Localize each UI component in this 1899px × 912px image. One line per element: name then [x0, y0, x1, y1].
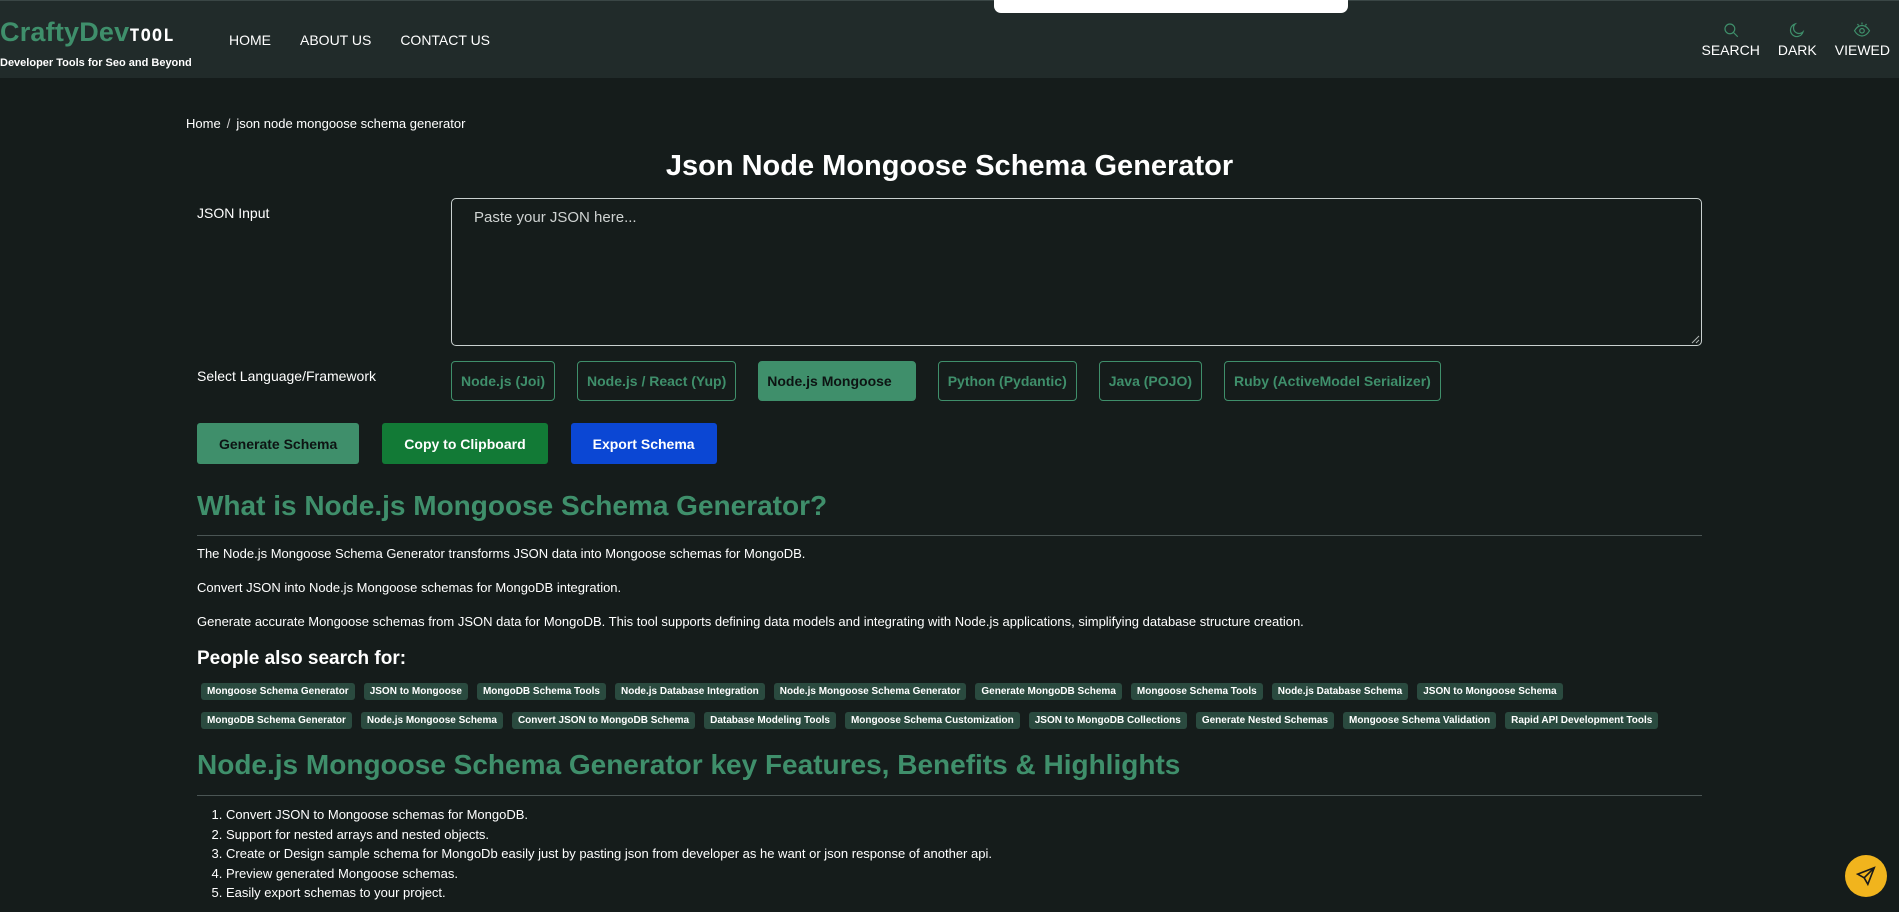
- search-tag[interactable]: MongoDB Schema Tools: [476, 683, 606, 700]
- feature-item: Create or Design sample schema for Mongo…: [226, 844, 992, 864]
- search-tag[interactable]: JSON to Mongoose Schema: [1417, 683, 1563, 700]
- moon-icon: [1790, 22, 1805, 38]
- search-tag[interactable]: JSON to MongoDB Collections: [1028, 712, 1187, 729]
- framework-label: Select Language/Framework: [197, 368, 376, 384]
- about-paragraph-2: Convert JSON into Node.js Mongoose schem…: [197, 580, 622, 595]
- search-tag[interactable]: Node.js Database Integration: [614, 683, 765, 700]
- search-button[interactable]: SEARCH: [1702, 21, 1760, 58]
- logo-main-text: CraftyDev: [0, 17, 130, 47]
- search-label: SEARCH: [1701, 42, 1760, 58]
- feature-item: Support for nested arrays and nested obj…: [226, 825, 992, 845]
- framework-option-ruby-activemodel[interactable]: Ruby (ActiveModel Serializer): [1224, 361, 1441, 401]
- framework-option-java-pojo[interactable]: Java (POJO): [1098, 361, 1202, 401]
- json-input-label: JSON Input: [197, 205, 270, 221]
- features-heading: Node.js Mongoose Schema Generator key Fe…: [197, 749, 1181, 780]
- viewed-label: VIEWED: [1834, 42, 1890, 58]
- nav-home[interactable]: HOME: [229, 32, 271, 48]
- search-tag[interactable]: Mongoose Schema Generator: [201, 683, 355, 700]
- search-tag[interactable]: Convert JSON to MongoDB Schema: [511, 712, 696, 729]
- search-tag[interactable]: Mongoose Schema Tools: [1130, 683, 1263, 700]
- nav-contact-us[interactable]: CONTACT US: [400, 32, 490, 48]
- json-input[interactable]: [451, 198, 1702, 346]
- search-tag[interactable]: Node.js Mongoose Schema: [360, 712, 503, 729]
- export-schema-button[interactable]: Export Schema: [570, 423, 717, 464]
- dark-label: DARK: [1777, 42, 1817, 58]
- search-icon: [1724, 23, 1738, 38]
- send-icon: [1855, 866, 1876, 887]
- search-tag[interactable]: Generate MongoDB Schema: [975, 683, 1122, 700]
- breadcrumb-separator: /: [226, 116, 231, 131]
- logo-wordmark: CraftyDevTOOL: [0, 15, 192, 53]
- dark-mode-toggle[interactable]: DARK: [1778, 21, 1817, 58]
- search-tag[interactable]: JSON to Mongoose: [363, 683, 468, 700]
- search-tag[interactable]: Rapid API Development Tools: [1505, 712, 1659, 729]
- about-divider: [197, 535, 1702, 536]
- feature-item: Preview generated Mongoose schemas.: [226, 864, 992, 884]
- about-paragraph-1: The Node.js Mongoose Schema Generator tr…: [197, 546, 806, 561]
- people-search-heading: People also search for:: [197, 648, 407, 669]
- breadcrumb-home[interactable]: Home: [186, 116, 221, 131]
- search-tag[interactable]: Generate Nested Schemas: [1195, 712, 1335, 729]
- send-feedback-button[interactable]: [1845, 855, 1887, 897]
- feature-item: Easily export schemas to your project.: [226, 883, 992, 903]
- header-actions: SEARCH DARK VIEWED: [1702, 21, 1890, 58]
- generate-schema-button[interactable]: Generate Schema: [197, 423, 360, 464]
- search-tag[interactable]: Mongoose Schema Validation: [1343, 712, 1497, 729]
- breadcrumb: Home / json node mongoose schema generator: [186, 116, 465, 131]
- search-tag[interactable]: Mongoose Schema Customization: [844, 712, 1020, 729]
- search-tag[interactable]: Node.js Mongoose Schema Generator: [773, 683, 967, 700]
- search-tag[interactable]: MongoDB Schema Generator: [201, 712, 352, 729]
- search-tag[interactable]: Node.js Database Schema: [1271, 683, 1409, 700]
- framework-option-python-pydantic[interactable]: Python (Pydantic): [937, 361, 1077, 401]
- copy-to-clipboard-button[interactable]: Copy to Clipboard: [382, 423, 548, 464]
- page-title: Json Node Mongoose Schema Generator: [665, 150, 1234, 182]
- people-search-tags: Mongoose Schema Generator JSON to Mongoo…: [201, 683, 1701, 729]
- features-list: Convert JSON to Mongoose schemas for Mon…: [226, 805, 992, 903]
- search-tag[interactable]: Database Modeling Tools: [704, 712, 836, 729]
- logo-tagline: Developer Tools for Seo and Beyond: [0, 57, 192, 69]
- top-popup-panel: [994, 0, 1348, 13]
- about-heading: What is Node.js Mongoose Schema Generato…: [197, 490, 828, 521]
- framework-option-nodejs-joi[interactable]: Node.js (Joi): [451, 361, 556, 401]
- eye-icon: [1854, 22, 1871, 37]
- breadcrumb-current: json node mongoose schema generator: [236, 116, 466, 131]
- about-paragraph-3: Generate accurate Mongoose schemas from …: [197, 614, 1304, 629]
- framework-option-nodejs-mongoose[interactable]: Node.js Mongoose: [758, 361, 916, 401]
- feature-item: Convert JSON to Mongoose schemas for Mon…: [226, 805, 992, 825]
- framework-selector: Node.js (Joi) Node.js / React (Yup) Node…: [451, 361, 1441, 401]
- logo[interactable]: CraftyDevTOOL Developer Tools for Seo an…: [0, 15, 192, 69]
- logo-tool-text: TOOL: [129, 26, 175, 46]
- action-buttons: Generate Schema Copy to Clipboard Export…: [197, 423, 717, 464]
- resize-handle-icon[interactable]: [1690, 334, 1700, 344]
- main-nav: HOME ABOUT US CONTACT US: [229, 32, 490, 48]
- nav-about-us[interactable]: ABOUT US: [300, 32, 371, 48]
- site-header: CraftyDevTOOL Developer Tools for Seo an…: [0, 0, 1899, 78]
- viewed-button[interactable]: VIEWED: [1835, 21, 1890, 58]
- framework-option-nodejs-react-yup[interactable]: Node.js / React (Yup): [577, 361, 737, 401]
- features-divider: [197, 795, 1702, 796]
